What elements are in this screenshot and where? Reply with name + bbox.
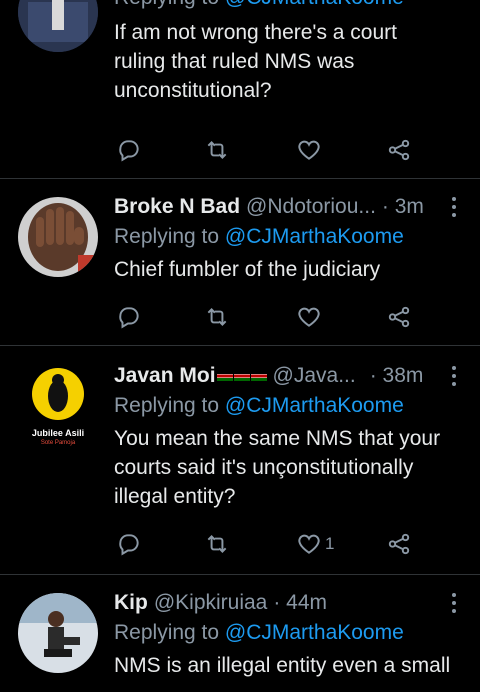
avatar-caption: Jubilee Asili [31,428,85,438]
mention-link[interactable]: @CJMarthaKoome [225,225,404,248]
tweet-item[interactable]: Jubilee Asili Sote Pamoja Javan Moi @Jav… [0,346,480,574]
avatar[interactable] [18,593,98,673]
like-button[interactable] [296,303,322,331]
reply-button[interactable] [116,136,142,164]
timestamp[interactable]: · 38m [370,362,424,390]
author-name[interactable]: Broke N Bad [114,193,240,221]
mention-link[interactable]: @CJMarthaKoome [225,0,404,9]
tweet-text: Chief fumbler of the judiciary [114,258,381,281]
replying-to-label: Replying to @CJMarthaKoome [114,225,404,248]
author-handle[interactable]: @Ndotoriou... [246,193,376,221]
retweet-button[interactable] [204,303,230,331]
avatar[interactable] [18,0,98,52]
author-name[interactable]: Kip [114,589,148,617]
author-handle[interactable]: @Java... [273,362,356,390]
reply-button[interactable] [116,303,142,331]
mention-link[interactable]: @CJMarthaKoome [225,394,404,417]
share-button[interactable] [386,136,412,164]
tweet-text: You mean the same NMS that your courts s… [114,427,441,508]
more-options-icon[interactable] [450,366,458,390]
retweet-icon [207,535,227,553]
tweet-item[interactable]: Replying to @CJMarthaKoome If am not wro… [0,0,480,178]
replying-to-label: Replying to @CJMarthaKoome [114,621,404,644]
timestamp[interactable]: · 44m [273,589,327,617]
kenya-flag-icon [250,371,267,382]
heart-icon [298,307,320,327]
reply-icon [119,534,139,556]
retweet-icon [207,308,227,326]
tweet-item[interactable]: Broke N Bad @Ndotoriou... · 3m Replying … [0,179,480,345]
more-options-icon[interactable] [450,593,458,617]
avatar[interactable] [18,197,98,277]
timestamp[interactable]: · 3m [382,193,424,221]
mention-link[interactable]: @CJMarthaKoome [225,621,404,644]
tweet-item[interactable]: Kip @Kipkiruiaa · 44m Replying to @CJMar… [0,575,480,692]
author-handle[interactable]: @Kipkiruiaa [154,589,268,617]
replying-to-label: Replying to @CJMarthaKoome [114,0,468,12]
share-button[interactable] [386,303,412,331]
heart-icon [298,534,320,554]
reply-icon [119,307,139,329]
like-button[interactable]: 1 [296,530,334,558]
share-icon [388,533,410,555]
tweet-text: NMS is an illegal entity even a small [114,654,451,677]
heart-icon [298,140,320,160]
reply-icon [119,140,139,162]
reply-button[interactable] [116,530,142,558]
retweet-icon [207,141,227,159]
author-name[interactable]: Javan Moi [114,362,267,390]
tweet-text: If am not wrong there's a court ruling t… [114,21,397,102]
avatar[interactable]: Jubilee Asili Sote Pamoja [18,366,98,456]
replying-to-label: Replying to @CJMarthaKoome [114,394,404,417]
share-icon [388,306,410,328]
retweet-button[interactable] [204,136,230,164]
kenya-flag-icon [233,371,250,382]
share-button[interactable] [386,530,412,558]
like-count: 1 [325,534,335,553]
share-icon [388,139,410,161]
kenya-flag-icon [216,371,233,382]
avatar-subcaption: Sote Pamoja [40,440,76,446]
like-button[interactable] [296,136,322,164]
more-options-icon[interactable] [450,197,458,221]
retweet-button[interactable] [204,530,230,558]
